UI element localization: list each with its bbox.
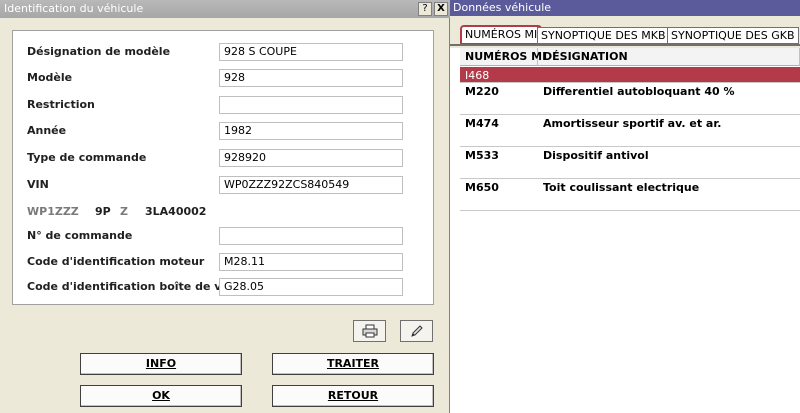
row-code: M533 xyxy=(465,149,499,162)
row-code: I468 xyxy=(465,69,490,82)
info-button[interactable]: INFO xyxy=(80,353,242,375)
year-field[interactable]: 1982 xyxy=(219,122,403,140)
tab-mkb-synoptic[interactable]: SYNOPTIQUE DES MKB xyxy=(537,27,670,44)
print-button[interactable] xyxy=(353,320,386,342)
vin-part-serial: 3LA40002 xyxy=(145,205,207,218)
table-row[interactable]: I468 xyxy=(460,67,800,83)
vin-part-wmi: WP1ZZZ xyxy=(27,205,79,218)
order-type-field[interactable]: 928920 xyxy=(219,149,403,167)
restriction-field[interactable] xyxy=(219,96,403,114)
row-designation: Dispositif antivol xyxy=(543,149,649,162)
printer-icon xyxy=(362,324,377,338)
row-year: Année 1982 xyxy=(13,120,435,142)
retour-button[interactable]: RETOUR xyxy=(272,385,434,407)
vin-part-z: Z xyxy=(120,205,128,218)
label-order-type: Type de commande xyxy=(27,151,147,164)
traiter-button[interactable]: TRAITER xyxy=(272,353,434,375)
label-vin: VIN xyxy=(27,178,49,191)
label-engine-code: Code d'identification moteur xyxy=(27,255,205,268)
vehicle-data-title: Données véhicule xyxy=(453,1,552,14)
gearbox-code-field[interactable]: G28.05 xyxy=(219,278,403,296)
table-row[interactable]: M533 Dispositif antivol xyxy=(460,147,800,179)
label-model: Modèle xyxy=(27,71,73,84)
help-button[interactable]: ? xyxy=(418,2,432,16)
row-order-type: Type de commande 928920 xyxy=(13,147,435,169)
table-row[interactable]: M220 Differentiel autobloquant 40 % xyxy=(460,83,800,115)
vehicle-data-window: Données véhicule NUMÉROS MI SYNOPTIQUE D… xyxy=(450,0,800,413)
label-restriction: Restriction xyxy=(27,98,95,111)
pencil-icon xyxy=(410,325,423,337)
table-row[interactable]: M650 Toit coulissant electrique xyxy=(460,179,800,211)
row-code: M220 xyxy=(465,85,499,98)
vin-part-type: 9P xyxy=(95,205,111,218)
ok-button[interactable]: OK xyxy=(80,385,242,407)
row-designation: Toit coulissant electrique xyxy=(543,181,700,194)
close-button[interactable]: X xyxy=(434,2,448,16)
tab-mi-numbers[interactable]: NUMÉROS MI xyxy=(460,25,543,45)
mi-numbers-table: NUMÉROS MI DÉSIGNATION I468 M220 Differe… xyxy=(460,48,800,413)
model-designation-field[interactable]: 928 S COUPE xyxy=(219,43,403,61)
vin-field[interactable]: WP0ZZZ92ZCS840549 xyxy=(219,176,403,194)
label-order-number: N° de commande xyxy=(27,229,133,242)
window-titlebar: Identification du véhicule xyxy=(0,0,450,18)
row-restriction: Restriction xyxy=(13,94,435,116)
table-header: NUMÉROS MI DÉSIGNATION xyxy=(460,48,800,66)
tab-gkb-synoptic[interactable]: SYNOPTIQUE DES GKB xyxy=(667,27,799,44)
identification-form: Désignation de modèle 928 S COUPE Modèle… xyxy=(12,30,434,305)
row-engine-code: Code d'identification moteur M28.11 xyxy=(13,251,435,273)
row-model-designation: Désignation de modèle 928 S COUPE xyxy=(13,41,435,63)
screen: Identification du véhicule ? X Désignati… xyxy=(0,0,800,413)
row-code: M650 xyxy=(465,181,499,194)
column-header-designation[interactable]: DÉSIGNATION xyxy=(538,48,800,66)
table-row[interactable]: M474 Amortisseur sportif av. et ar. xyxy=(460,115,800,147)
order-number-field[interactable] xyxy=(219,227,403,245)
vehicle-data-titlebar: Données véhicule xyxy=(450,0,800,16)
row-code: M474 xyxy=(465,117,499,130)
row-model: Modèle 928 xyxy=(13,67,435,89)
row-designation: Amortisseur sportif av. et ar. xyxy=(543,117,722,130)
row-designation: Differentiel autobloquant 40 % xyxy=(543,85,735,98)
edit-button[interactable] xyxy=(400,320,433,342)
label-model-designation: Désignation de modèle xyxy=(27,45,171,58)
vehicle-identification-window: Identification du véhicule ? X Désignati… xyxy=(0,0,450,413)
row-vin: VIN WP0ZZZ92ZCS840549 xyxy=(13,174,435,196)
model-field[interactable]: 928 xyxy=(219,69,403,87)
tab-bar: NUMÉROS MI SYNOPTIQUE DES MKB SYNOPTIQUE… xyxy=(450,16,800,48)
label-year: Année xyxy=(27,124,67,137)
window-title: Identification du véhicule xyxy=(4,2,144,15)
engine-code-field[interactable]: M28.11 xyxy=(219,253,403,271)
row-order-number: N° de commande xyxy=(13,225,435,247)
tab-divider xyxy=(450,44,800,46)
column-header-mi-number[interactable]: NUMÉROS MI xyxy=(460,48,546,66)
row-gearbox-code: Code d'identification boîte de vitesse G… xyxy=(13,276,435,298)
